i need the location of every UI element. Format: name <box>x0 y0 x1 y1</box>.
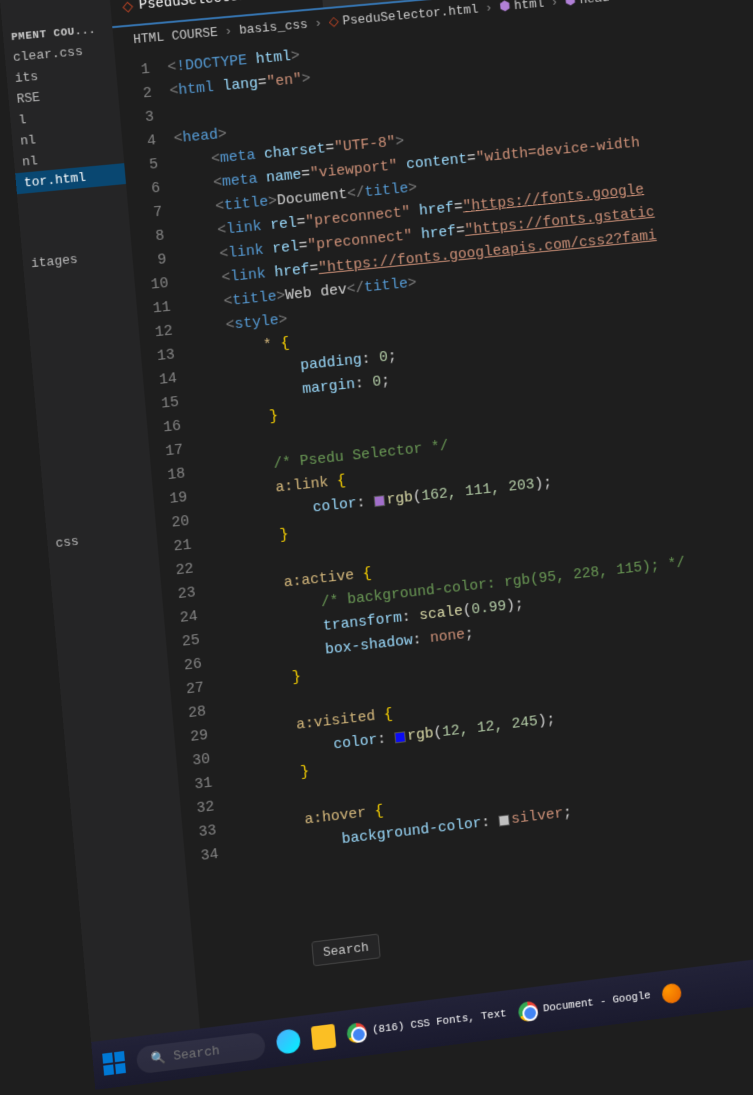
chevron-icon: › <box>484 0 493 15</box>
code-content[interactable]: <!DOCTYPE html><html lang="en"> <head> <… <box>167 5 753 865</box>
chevron-icon: › <box>314 16 323 31</box>
breadcrumb-part[interactable]: head <box>579 0 610 7</box>
taskbar-widget-icon[interactable] <box>276 1028 302 1055</box>
element-icon: ⬢ <box>499 0 511 14</box>
taskbar-search-input[interactable] <box>173 1039 253 1064</box>
breadcrumb-part[interactable]: html <box>513 0 544 13</box>
taskbar-app-firefox[interactable] <box>661 983 682 1005</box>
chrome-icon <box>346 1022 367 1044</box>
taskbar-app-chrome[interactable]: (816) CSS Fonts, Text <box>346 1004 507 1044</box>
chevron-icon: › <box>550 0 559 10</box>
html-file-icon: ◇ <box>122 0 134 16</box>
taskbar-app-label: Document - Google <box>543 990 651 1015</box>
taskbar-search[interactable]: 🔍 <box>136 1031 266 1074</box>
taskbar-app-chrome[interactable]: Document - Google <box>517 986 651 1022</box>
start-button-icon[interactable] <box>102 1051 126 1076</box>
tab-label: PseduSelector.html <box>138 0 288 14</box>
taskbar-app-label: (816) CSS Fonts, Text <box>372 1008 507 1037</box>
element-icon: ⬢ <box>564 0 576 9</box>
more-icon[interactable]: ••• <box>0 8 1 31</box>
search-panel[interactable]: Search <box>311 934 380 967</box>
search-label: Search <box>322 940 369 960</box>
firefox-icon <box>661 983 682 1005</box>
editor-main: ← → ◇ PseduSelector.html ✕ # style1.css … <box>109 0 753 1066</box>
html-file-icon: ◇ <box>328 14 339 30</box>
taskbar-explorer-icon[interactable] <box>311 1024 337 1051</box>
breadcrumb-part[interactable]: HTML COURSE <box>133 25 219 47</box>
breadcrumb-part[interactable]: basis_css <box>238 17 308 38</box>
search-icon: 🔍 <box>150 1049 166 1066</box>
chrome-icon <box>517 1000 538 1022</box>
chevron-icon: › <box>224 24 233 40</box>
code-editor[interactable]: 1234567891011121314151617181920212223242… <box>115 0 753 871</box>
